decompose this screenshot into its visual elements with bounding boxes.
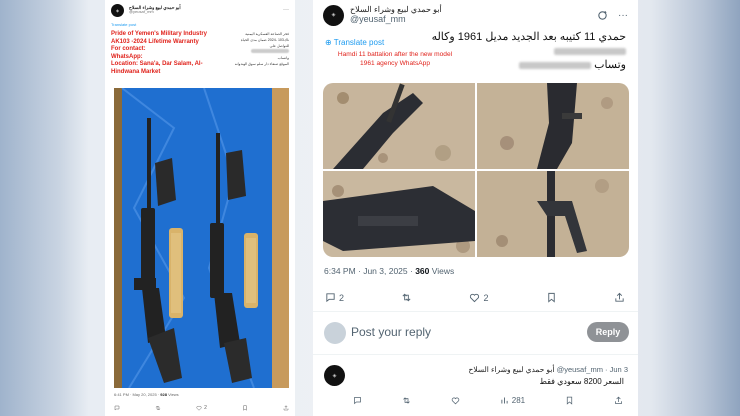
more-icon[interactable]: ··· [283, 7, 289, 13]
right-post-handle[interactable]: @yeusaf_mm [350, 14, 442, 25]
share-icon[interactable] [283, 405, 289, 411]
redacted-number [554, 47, 626, 55]
like-button[interactable]: 2 [469, 292, 489, 303]
reply-post-avatar[interactable]: ◈ [324, 365, 345, 386]
heart-icon[interactable] [451, 396, 460, 405]
heart-icon [196, 406, 202, 411]
redacted-number [519, 61, 592, 69]
right-translate-link[interactable]: ⊕ Translate post [325, 38, 384, 47]
post-image-2[interactable] [477, 83, 629, 169]
translate-label: Translate post [333, 38, 385, 47]
left-post-handle[interactable]: @yeusaf_mm [129, 10, 181, 14]
reply-icon[interactable] [114, 405, 120, 411]
translate-icon: ⊕ [325, 38, 332, 47]
reply-submit-button[interactable]: Reply [587, 322, 629, 342]
reply-post-actions: 281 [353, 396, 623, 405]
like-count: 2 [204, 405, 207, 411]
post-image-1[interactable] [323, 83, 475, 169]
left-post-actions: 2 [114, 405, 289, 411]
left-post-meta: 6:41 PM · May 20, 2025 · 928 Views [114, 392, 179, 397]
share-icon [615, 292, 624, 302]
redacted-number [251, 49, 289, 53]
right-post-avatar[interactable]: ◈ [323, 4, 344, 26]
post-image-3[interactable] [323, 171, 475, 257]
caption-line: الموقع صنعاء دار سلم سوق الهندوانه [234, 62, 289, 66]
right-post-meta: 6:34 PM · Jun 3, 2025 · 360 Views [324, 266, 454, 276]
rifles-on-tarp-image [114, 88, 289, 388]
grok-icon[interactable] [597, 10, 608, 21]
left-post-screenshot: ◈ أبو حمدي لبيع وشراء السلاح @yeusaf_mm … [105, 0, 295, 416]
right-post-time: 6:34 PM · Jun 3, 2025 · [324, 266, 413, 276]
right-post-screenshot: ◈ أبو حمدي لبيع وشراء السلاح @yeusaf_mm … [313, 0, 638, 416]
caption-line: For contact: [111, 46, 146, 53]
more-icon[interactable]: ··· [618, 10, 628, 21]
repost-icon[interactable] [155, 405, 161, 411]
caption-line: Location: Sana'a, Dar Salam, Al- [111, 61, 203, 68]
left-post-photo-rifles[interactable] [114, 88, 289, 388]
reply-icon [326, 293, 335, 303]
like-count: 2 [483, 292, 489, 303]
post-text-line: وتساب [594, 59, 626, 71]
left-post-views-label: Views [168, 392, 179, 397]
reply-post-account-name[interactable]: أبو حمدي لبيع وشراء السلاح [468, 365, 554, 374]
share-button[interactable] [614, 292, 625, 303]
bookmark-icon[interactable] [565, 396, 574, 405]
left-post-avatar[interactable]: ◈ [111, 3, 124, 17]
bookmark-icon [548, 292, 555, 303]
divider [313, 354, 638, 355]
left-post-views: 928 [160, 392, 167, 397]
reply-post-text: السعر 8200 سعودي فقط [539, 377, 624, 386]
right-post-views-label: Views [431, 266, 455, 276]
reply-icon[interactable] [353, 396, 362, 405]
reply-post-date: Jun 3 [609, 365, 628, 374]
caption-line: AK103 -2024 Lifetime Warranty [111, 38, 199, 45]
caption-line: Pride of Yemen's Military Industry [111, 31, 208, 37]
current-user-avatar [324, 322, 346, 344]
repost-button[interactable] [401, 292, 412, 303]
right-post-views: 360 [415, 266, 430, 276]
left-post-header: ◈ أبو حمدي لبيع وشراء السلاح @yeusaf_mm … [105, 0, 295, 20]
left-english-caption: Pride of Yemen's Military Industry AK103… [111, 31, 221, 84]
divider [313, 311, 638, 312]
share-icon[interactable] [614, 396, 623, 405]
reply-post-header: أبو حمدي لبيع وشراء السلاح @yeusaf_mm · … [468, 365, 628, 374]
caption-line: WhatsApp: [111, 53, 143, 60]
right-post-actions: 2 2 [325, 292, 625, 303]
like-button[interactable]: 2 [196, 405, 207, 411]
caption-line: Hindwana Market [111, 68, 161, 75]
left-post-time: 6:41 PM · May 20, 2025 · [114, 392, 160, 397]
left-translate-link[interactable]: Translate post [105, 20, 295, 29]
bar-chart-icon [501, 397, 508, 404]
right-post-translation: Hamdi 11 battalion after the new model 1… [337, 51, 453, 67]
bookmark-icon[interactable] [242, 405, 248, 411]
post-image-4[interactable] [477, 171, 629, 257]
reply-count: 2 [339, 292, 345, 303]
repost-icon [402, 293, 411, 302]
right-post-image-grid [323, 83, 629, 257]
views-button[interactable]: 281 [500, 396, 525, 405]
reply-button[interactable]: 2 [325, 292, 344, 303]
reply-views-count: 281 [511, 396, 526, 405]
right-post-header: ◈ أبو حمدي لبيع وشراء السلاح @yeusaf_mm … [313, 0, 638, 30]
bookmark-button[interactable] [546, 292, 557, 303]
reply-input[interactable]: Post your reply [351, 325, 431, 339]
heart-icon [470, 293, 480, 303]
right-post-account-name[interactable]: أبو حمدي لبيع وشراء السلاح [350, 5, 442, 15]
repost-icon[interactable] [402, 396, 411, 405]
reply-post-handle[interactable]: @yeusaf_mm [557, 365, 603, 374]
left-arabic-caption: فخر الصناعة العسكرية اليمنية ناك103 -202… [221, 31, 289, 84]
